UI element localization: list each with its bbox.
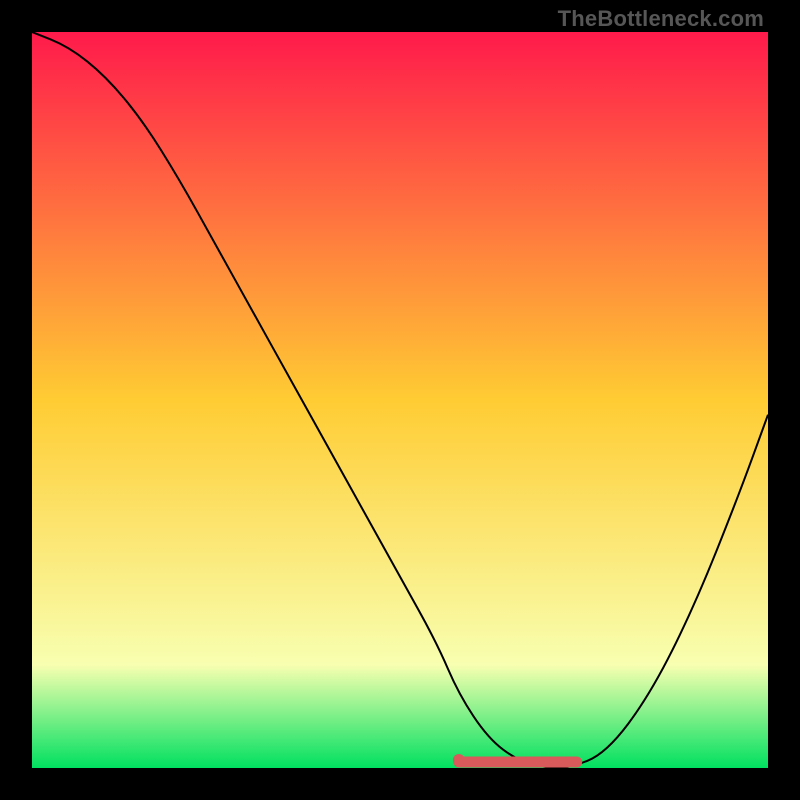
optimal-start-dot [453,754,465,766]
plot-area [32,32,768,768]
gradient-background [32,32,768,768]
chart-svg [32,32,768,768]
watermark-text: TheBottleneck.com [558,6,764,32]
chart-frame: TheBottleneck.com [0,0,800,800]
